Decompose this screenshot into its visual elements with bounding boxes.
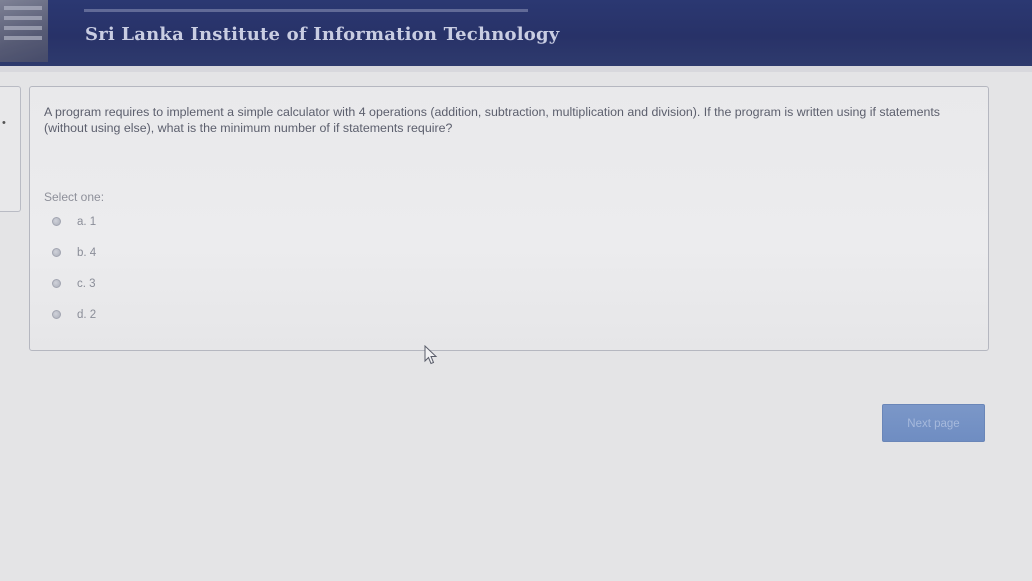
- header-strip: [0, 66, 1032, 72]
- header-bar: Sri Lanka Institute of Information Techn…: [0, 0, 1032, 66]
- radio-button-icon[interactable]: [52, 279, 61, 288]
- option-a[interactable]: a. 1: [52, 214, 96, 229]
- question-card: A program requires to implement a simple…: [29, 86, 989, 351]
- answer-options: a. 1 b. 4 c. 3 d. 2: [52, 214, 96, 338]
- radio-button-icon[interactable]: [52, 310, 61, 319]
- next-page-button[interactable]: Next page: [882, 404, 985, 442]
- option-label: c. 3: [77, 277, 96, 290]
- option-c[interactable]: c. 3: [52, 276, 96, 291]
- mouse-pointer-icon: [424, 345, 438, 365]
- radio-button-icon[interactable]: [52, 248, 61, 257]
- option-label: d. 2: [77, 308, 97, 321]
- header-divider: [84, 9, 528, 12]
- radio-button-icon[interactable]: [52, 217, 61, 226]
- institution-logo-icon[interactable]: [0, 0, 48, 62]
- option-label: a. 1: [77, 215, 97, 228]
- option-d[interactable]: d. 2: [52, 307, 96, 322]
- question-nav-stub[interactable]: •: [0, 86, 21, 212]
- option-b[interactable]: b. 4: [52, 245, 96, 260]
- question-text: A program requires to implement a simple…: [44, 105, 940, 135]
- option-label: b. 4: [77, 246, 97, 259]
- site-title: Sri Lanka Institute of Information Techn…: [85, 24, 560, 45]
- select-one-label: Select one:: [44, 190, 105, 204]
- nav-marker: •: [2, 117, 6, 129]
